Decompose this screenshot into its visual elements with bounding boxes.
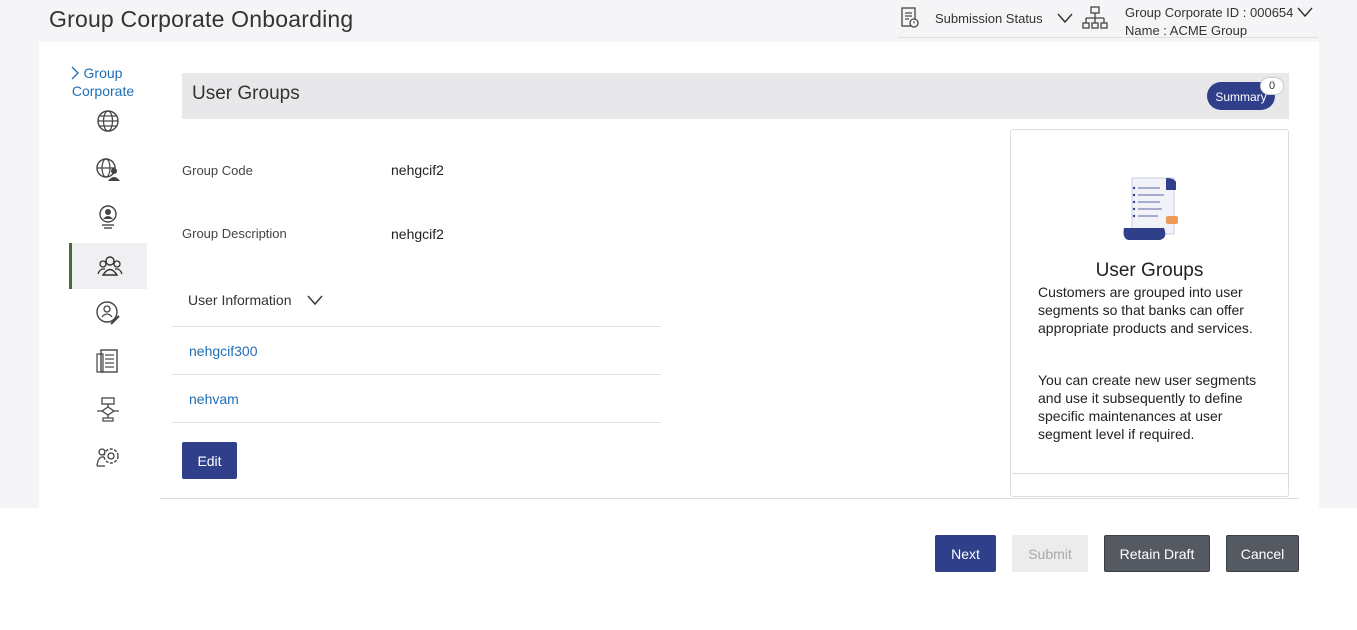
- info-panel-paragraph: Customers are grouped into user segments…: [1038, 284, 1253, 336]
- group-corporate-info: Group Corporate ID : 000654 Name : ACME …: [1125, 4, 1293, 40]
- user-settings-icon: [96, 448, 119, 467]
- user-link[interactable]: nehvam: [189, 391, 239, 407]
- group-code-label: Group Code: [182, 163, 253, 178]
- top-bar: Group Corporate Onboarding Submission St…: [0, 0, 1357, 42]
- section-header: User Groups Summary 0: [182, 73, 1289, 119]
- sidenav-link-label: Group Corporate: [71, 65, 135, 99]
- sidenav-item-workflow[interactable]: [69, 386, 147, 432]
- info-panel-paragraph: You can create new user segments and use…: [1038, 372, 1257, 442]
- divider: [172, 422, 661, 423]
- chevron-down-icon: [1297, 7, 1313, 18]
- section-title: User Groups: [192, 83, 300, 104]
- sidenav-item-user-groups[interactable]: [69, 243, 147, 289]
- user-group-icon: [96, 256, 123, 276]
- header-controls: Submission Status Group Corporate ID : 0…: [898, 0, 1318, 38]
- edit-button[interactable]: Edit: [182, 442, 237, 479]
- next-button[interactable]: Next: [935, 535, 996, 572]
- sidenav-item-group-details[interactable]: [69, 98, 147, 144]
- document-checklist-icon: [1123, 177, 1178, 240]
- group-name: Name : ACME Group: [1125, 23, 1248, 38]
- document-status-icon: [901, 7, 919, 28]
- globe-user-icon: [96, 158, 120, 181]
- group-corporate-id: Group Corporate ID : 000654: [1125, 5, 1294, 20]
- sidenav-item-user-mapping[interactable]: [69, 290, 147, 336]
- sidenav-item-parties[interactable]: [69, 146, 147, 192]
- chevron-down-icon: [307, 295, 324, 306]
- submission-status-label: Submission Status: [935, 10, 1043, 26]
- chevron-down-icon: [1057, 13, 1073, 24]
- summary-count-badge: 0: [1260, 77, 1284, 95]
- info-panel-title: User Groups: [1095, 260, 1204, 281]
- submission-status-dropdown[interactable]: Submission Status: [898, 6, 1073, 30]
- user-edit-icon: [96, 301, 120, 325]
- document-list-icon: [96, 349, 118, 373]
- divider: [160, 498, 1299, 499]
- sidenav-item-users[interactable]: [69, 194, 147, 240]
- divider: [172, 326, 661, 327]
- user-information-label: User Information: [188, 292, 292, 308]
- sidenav-item-rules[interactable]: [69, 434, 147, 480]
- user-information-toggle[interactable]: User Information: [188, 292, 324, 308]
- group-corporate-selector[interactable]: Group Corporate ID : 000654 Name : ACME …: [1082, 4, 1313, 40]
- hierarchy-icon: [1082, 6, 1108, 29]
- chevron-right-icon: [71, 66, 79, 80]
- submit-button[interactable]: Submit: [1012, 535, 1088, 572]
- retain-draft-button[interactable]: Retain Draft: [1104, 535, 1210, 572]
- user-badge-icon: [99, 205, 117, 229]
- group-description-value: nehgcif2: [391, 226, 444, 242]
- divider: [172, 374, 661, 375]
- group-description-label: Group Description: [182, 226, 287, 241]
- cancel-button[interactable]: Cancel: [1226, 535, 1299, 572]
- sidenav-group-corporate-link[interactable]: Group Corporate: [68, 64, 138, 100]
- page: Group Corporate Onboarding Submission St…: [0, 0, 1357, 630]
- user-link[interactable]: nehgcif300: [189, 343, 258, 359]
- group-code-value: nehgcif2: [391, 162, 444, 178]
- sidenav-item-account-access[interactable]: [69, 338, 147, 384]
- globe-search-icon: [97, 110, 119, 132]
- workflow-icon: [97, 397, 119, 422]
- page-title: Group Corporate Onboarding: [49, 6, 354, 32]
